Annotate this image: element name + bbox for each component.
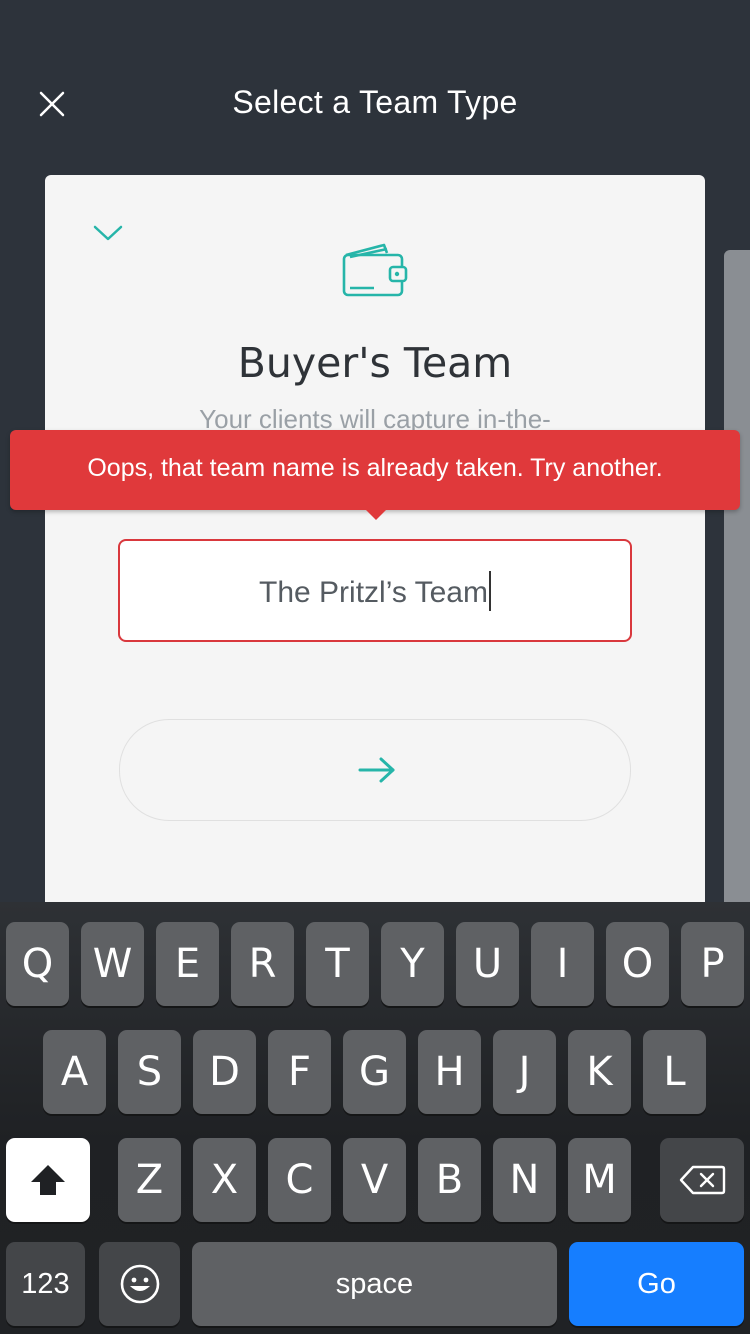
key-a[interactable]: A <box>43 1030 106 1114</box>
key-h[interactable]: H <box>418 1030 481 1114</box>
wallet-icon <box>342 243 408 297</box>
key-c[interactable]: C <box>268 1138 331 1222</box>
team-name-value: The Pritzl’s Team <box>259 576 488 609</box>
key-s[interactable]: S <box>118 1030 181 1114</box>
team-name-input[interactable]: The Pritzl’s Team <box>118 539 632 642</box>
key-e[interactable]: E <box>156 922 219 1006</box>
backspace-icon <box>679 1165 726 1195</box>
text-cursor <box>488 571 491 611</box>
next-button[interactable] <box>119 719 631 821</box>
key-t[interactable]: T <box>306 922 369 1006</box>
chevron-down-icon <box>93 225 123 241</box>
key-o[interactable]: O <box>606 922 669 1006</box>
go-key[interactable]: Go <box>569 1242 744 1326</box>
key-y[interactable]: Y <box>381 922 444 1006</box>
key-i[interactable]: I <box>531 922 594 1006</box>
space-key[interactable]: space <box>192 1242 557 1326</box>
backspace-key[interactable] <box>660 1138 744 1222</box>
key-l[interactable]: L <box>643 1030 706 1114</box>
arrow-right-icon <box>358 757 395 783</box>
key-b[interactable]: B <box>418 1138 481 1222</box>
key-u[interactable]: U <box>456 922 519 1006</box>
key-r[interactable]: R <box>231 922 294 1006</box>
card-heading: Buyer's Team <box>237 339 513 387</box>
key-f[interactable]: F <box>268 1030 331 1114</box>
error-banner: Oops, that team name is already taken. T… <box>10 430 740 520</box>
emoji-key[interactable] <box>99 1242 180 1326</box>
key-v[interactable]: V <box>343 1138 406 1222</box>
key-p[interactable]: P <box>681 922 744 1006</box>
team-name-value-row: The Pritzl’s Team <box>120 571 630 611</box>
top-bar: Select a Team Type <box>0 0 750 170</box>
shift-key[interactable] <box>6 1138 90 1222</box>
key-d[interactable]: D <box>193 1030 256 1114</box>
key-z[interactable]: Z <box>118 1138 181 1222</box>
key-x[interactable]: X <box>193 1138 256 1222</box>
key-q[interactable]: Q <box>6 922 69 1006</box>
next-card-peek[interactable] <box>724 250 750 910</box>
collapse-button[interactable] <box>91 219 125 245</box>
key-n[interactable]: N <box>493 1138 556 1222</box>
shift-icon <box>31 1165 65 1195</box>
emoji-icon <box>120 1264 159 1304</box>
key-g[interactable]: G <box>343 1030 406 1114</box>
key-w[interactable]: W <box>81 922 144 1006</box>
key-k[interactable]: K <box>568 1030 631 1114</box>
key-m[interactable]: M <box>568 1138 631 1222</box>
numbers-key[interactable]: 123 <box>6 1242 85 1326</box>
keyboard: Q W E R T Y U I O P A S D F G H J K L Z … <box>0 902 750 1334</box>
error-message: Oops, that team name is already taken. T… <box>87 454 663 482</box>
page-title: Select a Team Type <box>232 84 518 120</box>
key-j[interactable]: J <box>493 1030 556 1114</box>
